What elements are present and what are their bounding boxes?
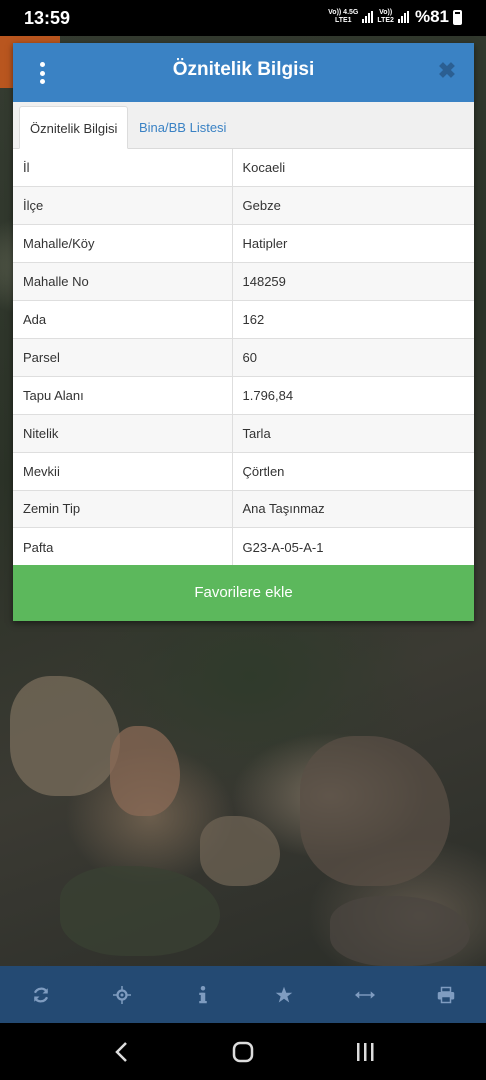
map-toolbar: [0, 966, 486, 1023]
row-value: 60: [232, 337, 474, 377]
row-value: Hatipler: [232, 224, 474, 263]
row-value: Çörtlen: [232, 451, 474, 491]
locate-icon[interactable]: [102, 975, 142, 1015]
home-icon[interactable]: [223, 1032, 263, 1072]
table-row: Parsel 60: [13, 337, 474, 377]
table-row: Tapu Alanı 1.796,84: [13, 375, 474, 415]
row-key: Mahalle No: [13, 262, 233, 301]
system-nav-bar: [0, 1023, 486, 1080]
status-time: 13:59: [24, 8, 71, 28]
sim2-indicator: Vo)) LTE2: [377, 9, 394, 24]
table-row: Nitelik Tarla: [13, 413, 474, 453]
add-to-favorites-button[interactable]: Favorilere ekle: [13, 565, 474, 621]
print-icon[interactable]: [426, 975, 466, 1015]
row-value: 148259: [232, 262, 474, 301]
dialog-header: Öznitelik Bilgisi ✖: [13, 43, 474, 102]
tab-bar: Öznitelik Bilgisi Bina/BB Listesi: [13, 102, 474, 149]
row-value: 1.796,84: [232, 375, 474, 415]
star-icon[interactable]: [264, 975, 304, 1015]
battery-percent: %81: [414, 7, 449, 26]
close-icon[interactable]: ✖: [436, 59, 458, 83]
status-icons: Vo)) 4.5G LTE1 Vo)) LTE2 %81: [328, 7, 462, 27]
table-row: Pafta G23-A-05-A-1: [13, 527, 474, 566]
row-value: Tarla: [232, 413, 474, 453]
row-value: Gebze: [232, 186, 474, 225]
row-value: Kocaeli: [242, 160, 286, 176]
table-row: Zemin Tip Ana Taşınmaz: [13, 489, 474, 528]
tab-attribute-info[interactable]: Öznitelik Bilgisi: [19, 106, 129, 149]
row-key: Pafta: [13, 527, 233, 566]
table-row: İlçe Gebze: [13, 186, 474, 225]
measure-icon[interactable]: [345, 975, 385, 1015]
map-field: [300, 736, 450, 886]
map-field: [10, 676, 120, 796]
refresh-icon[interactable]: [21, 975, 61, 1015]
map-field: [60, 866, 220, 956]
row-value: Ana Taşınmaz: [232, 489, 474, 528]
row-key: Mevkii: [13, 451, 233, 491]
table-row: İl Kocaeli: [13, 149, 474, 187]
row-key: Tapu Alanı: [13, 375, 233, 415]
sim1-indicator: Vo)) 4.5G LTE1: [328, 9, 359, 24]
signal-icon: [397, 11, 409, 23]
attribute-table: İl Kocaeli İlçe Gebze Mahalle/Köy Hatipler …: [13, 149, 474, 566]
table-row: Ada 162: [13, 300, 474, 339]
table-row: Mahalle No 148259: [13, 262, 474, 301]
info-icon[interactable]: [183, 975, 223, 1015]
row-key: Zemin Tip: [13, 489, 233, 528]
row-key: İlçe: [13, 186, 233, 225]
tab-building-list[interactable]: Bina/BB Listesi: [129, 106, 236, 149]
row-value: G23-A-05-A-1: [232, 527, 474, 566]
signal-icon: [362, 11, 374, 23]
row-key: İl: [13, 149, 233, 187]
map-field: [200, 816, 280, 886]
table-row: Mahalle/Köy Hatipler: [13, 224, 474, 263]
map-field: [330, 896, 470, 966]
status-bar: 13:59 Vo)) 4.5G LTE1 Vo)) LTE2 %81: [0, 0, 486, 36]
dialog-title: Öznitelik Bilgisi: [172, 59, 315, 80]
row-key: Parsel: [13, 337, 233, 377]
battery-icon: [453, 9, 462, 25]
row-value: 162: [232, 300, 474, 339]
map-field: [110, 726, 180, 816]
recents-icon[interactable]: [345, 1032, 385, 1072]
attribute-dialog: Öznitelik Bilgisi ✖ Öznitelik Bilgisi Bi…: [13, 43, 474, 621]
table-row: Mevkii Çörtlen: [13, 451, 474, 491]
back-icon[interactable]: [101, 1032, 141, 1072]
row-key: Mahalle/Köy: [13, 224, 233, 263]
row-key: Nitelik: [13, 413, 233, 453]
row-key: Ada: [13, 300, 233, 339]
